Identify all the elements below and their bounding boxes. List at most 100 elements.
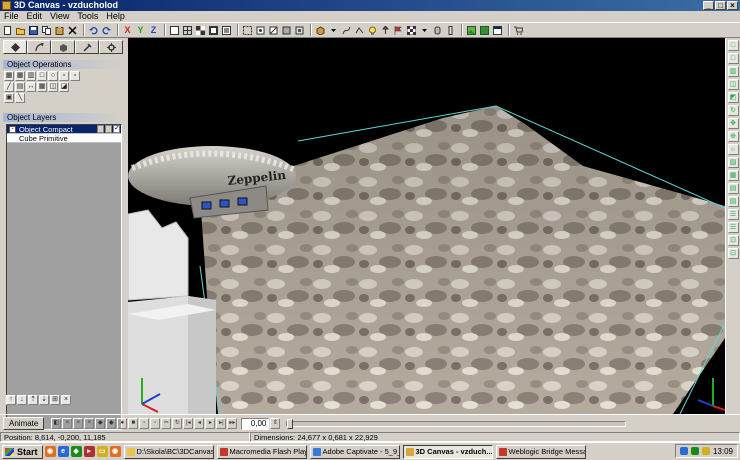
new-icon[interactable] (2, 25, 13, 36)
start-button[interactable]: Start (2, 444, 43, 459)
expand-toggle-icon[interactable]: - (9, 126, 16, 133)
object-icon[interactable] (294, 25, 305, 36)
axis-z-icon[interactable]: Z (148, 25, 159, 36)
path-icon[interactable] (341, 25, 352, 36)
view-pan-icon[interactable]: ✥ (727, 118, 739, 129)
cube-icon[interactable] (315, 25, 326, 36)
op-split-icon[interactable]: ▥ (26, 71, 36, 81)
render-icon[interactable] (221, 25, 232, 36)
layer-visibility-icon[interactable] (105, 125, 112, 133)
ie-icon[interactable]: e (57, 446, 69, 457)
op-ring-icon[interactable]: ○ (48, 71, 58, 81)
go-start-icon[interactable]: |◂ (183, 418, 194, 429)
op-line-icon[interactable]: ╲ (15, 93, 25, 103)
view-zoom-icon[interactable]: ⊕ (727, 131, 739, 142)
prev-frame-icon[interactable]: ◂ (194, 418, 205, 429)
undo-icon[interactable] (88, 25, 99, 36)
layer-down-icon[interactable]: ↓ (17, 395, 27, 405)
view-pane-icon[interactable]: □ (727, 40, 739, 51)
view-light-icon[interactable]: ☼ (727, 144, 739, 155)
anim-cut-icon[interactable]: ✂ (161, 418, 172, 429)
shield-icon[interactable]: ◆ (70, 446, 82, 457)
op-box-alt-icon[interactable]: ▫ (70, 71, 80, 81)
op-paint-icon[interactable]: ▣ (4, 93, 14, 103)
timeline-slider[interactable] (286, 418, 627, 429)
image-icon[interactable] (466, 25, 477, 36)
close-button[interactable]: × (727, 1, 738, 10)
menu-file[interactable]: File (0, 11, 23, 22)
menu-help[interactable]: Help (102, 11, 129, 22)
texture-icon[interactable] (406, 25, 417, 36)
anim-delete-icon[interactable]: × (62, 418, 73, 429)
anim-tool-icon[interactable]: ◧ (51, 418, 62, 429)
task-flash-player[interactable]: Macromedia Flash Player 8 (216, 444, 307, 459)
view-fit-icon[interactable]: ⊡ (727, 235, 739, 246)
op-shape-icon[interactable]: ◪ (59, 82, 69, 92)
folder-icon[interactable]: ▭ (96, 446, 108, 457)
menu-view[interactable]: View (46, 11, 73, 22)
bend-icon[interactable] (354, 25, 365, 36)
lamp-icon[interactable] (445, 25, 456, 36)
view-front-icon[interactable] (169, 25, 180, 36)
face-icon[interactable] (281, 25, 292, 36)
menu-edit[interactable]: Edit (23, 11, 47, 22)
op-frame-icon[interactable]: □ (37, 71, 47, 81)
volume-icon[interactable] (701, 447, 710, 455)
anim-key-icon[interactable]: ◆ (95, 418, 106, 429)
layer-row[interactable]: - Object Compact ✓ (7, 125, 121, 134)
edge-icon[interactable] (268, 25, 279, 36)
task-explorer[interactable]: D:\Skola\BC\3DCanvas\... (123, 444, 214, 459)
tab-materials[interactable] (51, 40, 75, 54)
open-icon[interactable] (15, 25, 26, 36)
op-grid-alt-icon[interactable]: ▦ (15, 71, 25, 81)
op-connect-icon[interactable]: ↔ (26, 82, 36, 92)
layer-up-icon[interactable]: ↑ (6, 395, 16, 405)
light-icon[interactable] (367, 25, 378, 36)
view-layout-icon[interactable]: ▤ (727, 183, 739, 194)
play-icon[interactable]: ▸ (205, 418, 216, 429)
minimize-button[interactable]: _ (703, 1, 714, 10)
panel-icon[interactable] (492, 25, 503, 36)
op-slant-icon[interactable]: ╱ (4, 82, 14, 92)
view-split-icon[interactable]: ▥ (727, 66, 739, 77)
view-grid-icon[interactable] (182, 25, 193, 36)
maximize-button[interactable]: □ (715, 1, 726, 10)
menu-tools[interactable]: Tools (73, 11, 102, 22)
tab-tools[interactable] (75, 40, 99, 54)
redo-icon[interactable] (101, 25, 112, 36)
frame-spin-icon[interactable]: ⇕ (270, 418, 281, 429)
view-layout-alt-icon[interactable]: ▤ (727, 196, 739, 207)
view-grid-icon[interactable]: ▦ (727, 170, 739, 181)
view-rotate-icon[interactable]: ↻ (727, 105, 739, 116)
view-cube-icon[interactable]: ◫ (727, 79, 739, 90)
view-stack-icon[interactable]: ☰ (727, 209, 739, 220)
select-icon[interactable] (242, 25, 253, 36)
axis-y-icon[interactable]: Y (135, 25, 146, 36)
anim-delete-key-icon[interactable]: × (73, 418, 84, 429)
tab-animation[interactable] (27, 40, 51, 54)
checker-alt-icon[interactable] (208, 25, 219, 36)
op-grid-icon[interactable]: ▦ (4, 71, 14, 81)
task-weblogic[interactable]: Weblogic Bridge Messag... (495, 444, 586, 459)
timeline-slider-thumb[interactable] (287, 418, 294, 429)
task-captivate[interactable]: Adobe Captivate - 5_9_1... (309, 444, 400, 459)
delete-icon[interactable] (67, 25, 78, 36)
checker-icon[interactable] (195, 25, 206, 36)
anim-loop-icon[interactable]: ↻ (172, 418, 183, 429)
copy-icon[interactable] (41, 25, 52, 36)
view-camera-icon[interactable]: ◩ (727, 92, 739, 103)
firefox-icon[interactable]: ◉ (44, 446, 56, 457)
pin-icon[interactable] (380, 25, 391, 36)
animate-button[interactable]: Animate (3, 417, 45, 430)
cylinder-icon[interactable] (432, 25, 443, 36)
node-icon[interactable] (255, 25, 266, 36)
go-end-icon[interactable]: ▸▸ (227, 418, 238, 429)
flag-icon[interactable] (393, 25, 404, 36)
op-cube-icon[interactable]: ◫ (48, 82, 58, 92)
layer-lock-icon[interactable] (97, 125, 104, 133)
tab-settings[interactable] (99, 40, 123, 54)
axis-x-icon[interactable]: X (122, 25, 133, 36)
security-icon[interactable] (690, 447, 699, 455)
media-icon[interactable]: ▸ (83, 446, 95, 457)
app-icon[interactable]: ◉ (109, 446, 121, 457)
